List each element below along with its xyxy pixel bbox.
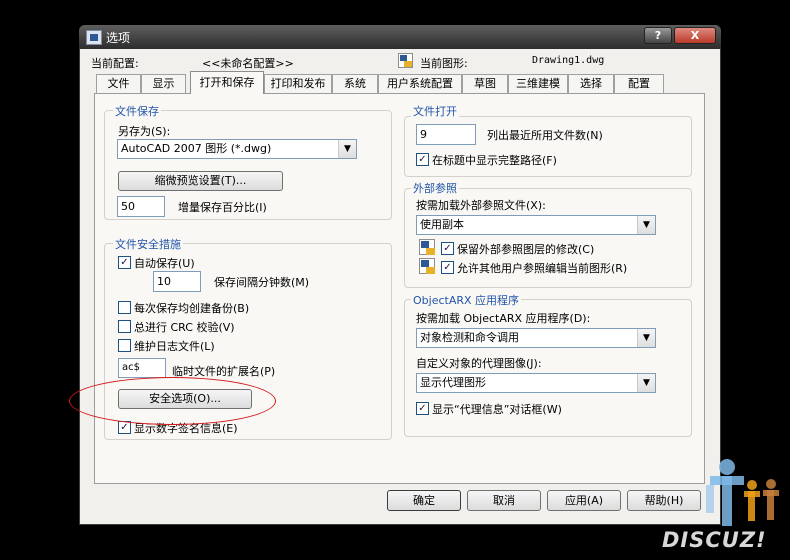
tab-user-preferences[interactable]: 用户系统配置 (378, 74, 462, 93)
current-profile-label: 当前配置: (91, 57, 139, 70)
discuz-watermark: DISCUZ! (662, 528, 767, 552)
highlight-ellipse (69, 377, 276, 425)
proxy-images-label: 自定义对象的代理图像(J): (416, 357, 542, 370)
current-profile-value: <<未命名配置>> (202, 57, 294, 70)
retain-xref-changes-checkbox[interactable]: ✓ (441, 242, 454, 255)
file-save-title: 文件保存 (113, 103, 161, 119)
tab-profiles[interactable]: 配置 (614, 74, 664, 93)
proxy-images-dropdown[interactable]: 显示代理图形 ▼ (416, 373, 656, 393)
backup-label: 每次保存均创建备份(B) (134, 302, 250, 315)
proxy-images-value: 显示代理图形 (420, 376, 486, 389)
file-safety-title: 文件安全措施 (113, 236, 183, 252)
incremental-save-label: 增量保存百分比(I) (178, 201, 267, 214)
chevron-down-icon: ▼ (637, 329, 655, 347)
digital-signature-checkbox[interactable]: ✓ (118, 421, 131, 434)
arx-demand-dropdown[interactable]: 对象检测和命令调用 ▼ (416, 328, 656, 348)
temp-extension-input[interactable]: ac$ (118, 358, 166, 378)
file-open-title: 文件打开 (411, 103, 459, 119)
tab-3d-modeling[interactable]: 三维建模 (508, 74, 568, 93)
log-file-checkbox[interactable] (118, 339, 131, 352)
crc-label: 总进行 CRC 校验(V) (134, 321, 235, 334)
ok-button[interactable]: 确定 (387, 490, 461, 511)
saveas-dropdown[interactable]: AutoCAD 2007 图形 (*.dwg) ▼ (117, 139, 357, 159)
autosave-label: 自动保存(U) (134, 257, 195, 270)
retain-xref-changes-label: 保留外部参照图层的修改(C) (457, 243, 595, 256)
current-drawing-label: 当前图形: (420, 57, 468, 70)
log-file-label: 维护日志文件(L) (134, 340, 215, 353)
thumbnail-settings-button[interactable]: 缩微预览设置(T)... (118, 171, 283, 191)
tab-files[interactable]: 文件 (96, 74, 141, 93)
saveas-label: 另存为(S): (118, 125, 171, 138)
full-path-label: 在标题中显示完整路径(F) (432, 154, 557, 167)
xref-title: 外部参照 (411, 180, 459, 196)
saveas-value: AutoCAD 2007 图形 (*.dwg) (121, 142, 272, 155)
app-icon (86, 30, 102, 45)
allow-refedit-label: 允许其他用户参照编辑当前图形(R) (457, 262, 628, 275)
proxy-info-label: 显示“代理信息”对话框(W) (432, 403, 562, 416)
incremental-save-input[interactable]: 50 (117, 196, 165, 217)
recent-files-label: 列出最近所用文件数(N) (487, 129, 603, 142)
tab-drafting[interactable]: 草图 (462, 74, 508, 93)
xref-demand-dropdown[interactable]: 使用副本 ▼ (416, 215, 656, 235)
tab-system[interactable]: 系统 (332, 74, 378, 93)
close-button[interactable]: X (674, 27, 716, 44)
backup-checkbox[interactable] (118, 301, 131, 314)
help-title-button[interactable]: ? (644, 27, 672, 44)
autosave-minutes-input[interactable]: 10 (153, 271, 201, 292)
tab-open-save[interactable]: 打开和保存 (190, 71, 264, 94)
full-path-checkbox[interactable]: ✓ (416, 153, 429, 166)
xref-layer-icon (419, 239, 435, 255)
autosave-checkbox[interactable]: ✓ (118, 256, 131, 269)
tab-selection[interactable]: 选择 (568, 74, 614, 93)
arx-demand-label: 按需加载 ObjectARX 应用程序(D): (416, 312, 591, 325)
window-title: 选项 (106, 31, 131, 45)
autosave-minutes-label: 保存间隔分钟数(M) (214, 276, 310, 289)
arx-demand-value: 对象检测和命令调用 (420, 331, 519, 344)
cancel-button[interactable]: 取消 (467, 490, 541, 511)
crc-checkbox[interactable] (118, 320, 131, 333)
title-bar[interactable] (79, 25, 721, 49)
drawing-icon (398, 53, 413, 68)
xref-demand-value: 使用副本 (420, 218, 464, 231)
xref-demand-label: 按需加载外部参照文件(X): (416, 199, 546, 212)
xref-edit-icon (419, 258, 435, 274)
allow-refedit-checkbox[interactable]: ✓ (441, 261, 454, 274)
tab-display[interactable]: 显示 (141, 74, 186, 93)
proxy-info-checkbox[interactable]: ✓ (416, 402, 429, 415)
chevron-down-icon: ▼ (637, 216, 655, 234)
current-drawing-value: Drawing1.dwg (532, 55, 605, 66)
chevron-down-icon: ▼ (637, 374, 655, 392)
apply-button[interactable]: 应用(A) (547, 490, 621, 511)
tab-plot-publish[interactable]: 打印和发布 (264, 74, 332, 93)
objectarx-title: ObjectARX 应用程序 (411, 292, 522, 308)
recent-files-input[interactable]: 9 (416, 124, 476, 145)
chevron-down-icon: ▼ (338, 140, 356, 158)
